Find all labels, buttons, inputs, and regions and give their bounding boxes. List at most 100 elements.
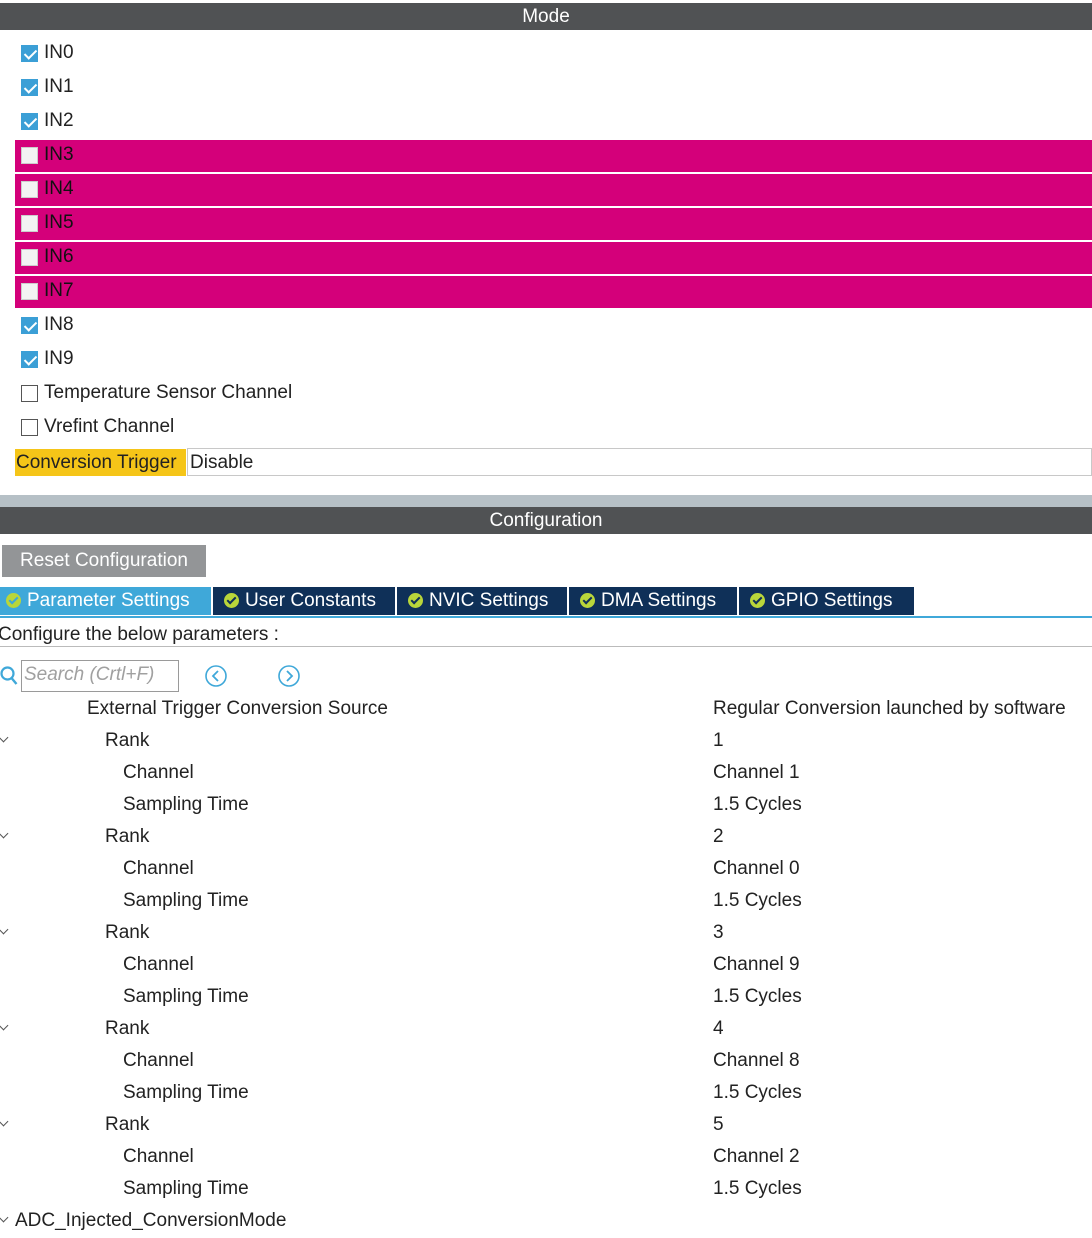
channel-row[interactable]: IN0 <box>15 38 1092 70</box>
parameter-value[interactable]: 1.5 Cycles <box>713 1178 802 1200</box>
channel-row[interactable]: IN3 <box>15 140 1092 172</box>
parameter-value[interactable]: 4 <box>713 1018 724 1040</box>
parameter-value[interactable]: 5 <box>713 1114 724 1136</box>
parameter-name: Sampling Time <box>123 1178 249 1199</box>
parameter-row[interactable]: Channel Channel 2 <box>0 1142 1092 1174</box>
tab-parameter-settings[interactable]: Parameter Settings <box>0 587 211 615</box>
chevron-down-icon[interactable] <box>0 1020 9 1031</box>
channel-row[interactable]: IN6 <box>15 242 1092 274</box>
parameter-value[interactable]: Channel 2 <box>713 1146 800 1168</box>
chevron-down-icon[interactable] <box>0 732 9 743</box>
parameter-row[interactable]: Channel Channel 9 <box>0 950 1092 982</box>
channel-checkbox[interactable] <box>21 385 38 402</box>
chevron-down-icon[interactable] <box>0 1212 9 1223</box>
chevron-down-icon[interactable] <box>0 924 9 935</box>
parameter-row[interactable]: Rank 2 <box>0 822 1092 854</box>
next-result-icon[interactable] <box>277 664 301 688</box>
parameter-row[interactable]: Sampling Time 1.5 Cycles <box>0 790 1092 822</box>
channel-checkbox[interactable] <box>21 113 38 130</box>
channel-label: IN3 <box>44 144 74 165</box>
channel-checkbox[interactable] <box>21 79 38 96</box>
parameter-name: External Trigger Conversion Source <box>87 698 388 719</box>
parameter-name: Sampling Time <box>123 890 249 911</box>
channel-row[interactable]: IN1 <box>15 72 1092 104</box>
parameter-value[interactable]: 1.5 Cycles <box>713 890 802 912</box>
search-input[interactable] <box>22 661 176 689</box>
channel-checkbox[interactable] <box>21 317 38 334</box>
parameter-value[interactable]: 2 <box>713 826 724 848</box>
check-circle-icon <box>224 593 239 608</box>
parameter-value[interactable]: Channel 0 <box>713 858 800 880</box>
channel-label: IN1 <box>44 76 74 97</box>
channel-row[interactable]: IN8 <box>15 310 1092 342</box>
channel-checkbox[interactable] <box>21 45 38 62</box>
configuration-title: Configuration <box>489 510 603 531</box>
parameter-row[interactable]: Rank 3 <box>0 918 1092 950</box>
channel-label: Temperature Sensor Channel <box>44 382 293 403</box>
parameter-row[interactable]: Sampling Time 1.5 Cycles <box>0 1174 1092 1206</box>
check-circle-icon <box>408 593 423 608</box>
channel-checkbox[interactable] <box>21 419 38 436</box>
parameter-name: Channel <box>123 1050 194 1071</box>
parameter-row[interactable]: Sampling Time 1.5 Cycles <box>0 982 1092 1014</box>
channel-checkbox[interactable] <box>21 351 38 368</box>
parameter-row[interactable]: Rank 4 <box>0 1014 1092 1046</box>
parameter-row[interactable]: Channel Channel 8 <box>0 1046 1092 1078</box>
chevron-down-icon[interactable] <box>0 828 9 839</box>
channel-row[interactable]: IN7 <box>15 276 1092 308</box>
parameter-value[interactable]: 3 <box>713 922 724 944</box>
channel-checkbox[interactable] <box>21 249 38 266</box>
parameter-row[interactable]: Channel Channel 0 <box>0 854 1092 886</box>
previous-result-icon[interactable] <box>204 664 228 688</box>
parameter-value[interactable]: 1.5 Cycles <box>713 1082 802 1104</box>
parameter-row[interactable]: External Trigger Conversion Source Regula… <box>0 694 1092 726</box>
tab-user-constants[interactable]: User Constants <box>213 587 395 615</box>
parameter-name: Sampling Time <box>123 986 249 1007</box>
parameter-value[interactable]: 1.5 Cycles <box>713 794 802 816</box>
channel-checkbox[interactable] <box>21 147 38 164</box>
conversion-trigger-select[interactable]: Disable <box>187 448 1092 476</box>
parameter-row[interactable]: Sampling Time 1.5 Cycles <box>0 1078 1092 1110</box>
parameter-name: Rank <box>105 826 150 847</box>
parameter-value[interactable]: Channel 8 <box>713 1050 800 1072</box>
tab-dma-settings[interactable]: DMA Settings <box>569 587 737 615</box>
tab-gpio-settings[interactable]: GPIO Settings <box>739 587 914 615</box>
parameter-name: Rank <box>105 730 150 751</box>
parameter-value[interactable]: Regular Conversion launched by software <box>713 698 1066 720</box>
reset-configuration-button[interactable]: Reset Configuration <box>2 545 206 577</box>
parameter-row[interactable]: Channel Channel 1 <box>0 758 1092 790</box>
search-field[interactable] <box>21 660 179 692</box>
channel-row[interactable]: IN5 <box>15 208 1092 240</box>
parameter-row[interactable]: Rank 5 <box>0 1110 1092 1142</box>
conversion-trigger-label: Conversion Trigger <box>15 449 186 476</box>
search-icon[interactable] <box>0 666 18 686</box>
tab-nvic-settings[interactable]: NVIC Settings <box>397 587 567 615</box>
channel-row[interactable]: Vrefint Channel <box>15 412 1092 444</box>
chevron-down-icon[interactable] <box>0 1116 9 1127</box>
channel-checkbox[interactable] <box>21 215 38 232</box>
channel-label: IN9 <box>44 348 74 369</box>
parameter-row[interactable]: Rank 1 <box>0 726 1092 758</box>
parameter-name: Rank <box>105 1114 150 1135</box>
conversion-trigger-value: Disable <box>190 452 254 473</box>
tab-label: NVIC Settings <box>429 590 549 611</box>
parameter-value[interactable]: Channel 9 <box>713 954 800 976</box>
parameter-name: Channel <box>123 954 194 975</box>
parameter-name: Rank <box>105 922 150 943</box>
channel-label: Vrefint Channel <box>44 416 175 437</box>
parameter-value[interactable]: 1.5 Cycles <box>713 986 802 1008</box>
parameter-value[interactable]: Channel 1 <box>713 762 800 784</box>
configure-instructions: Configure the below parameters : <box>0 624 279 645</box>
mode-title: Mode <box>522 6 570 27</box>
channel-row[interactable]: IN9 <box>15 344 1092 376</box>
channel-checkbox[interactable] <box>21 181 38 198</box>
parameter-value[interactable]: 1 <box>713 730 724 752</box>
parameter-row[interactable]: ADC_Injected_ConversionMode <box>0 1206 1092 1238</box>
channel-row[interactable]: IN2 <box>15 106 1092 138</box>
channel-row[interactable]: IN4 <box>15 174 1092 206</box>
tab-label: GPIO Settings <box>771 590 893 611</box>
parameter-row[interactable]: Sampling Time 1.5 Cycles <box>0 886 1092 918</box>
channel-checkbox[interactable] <box>21 283 38 300</box>
channel-row[interactable]: Temperature Sensor Channel <box>15 378 1092 410</box>
check-circle-icon <box>580 593 595 608</box>
